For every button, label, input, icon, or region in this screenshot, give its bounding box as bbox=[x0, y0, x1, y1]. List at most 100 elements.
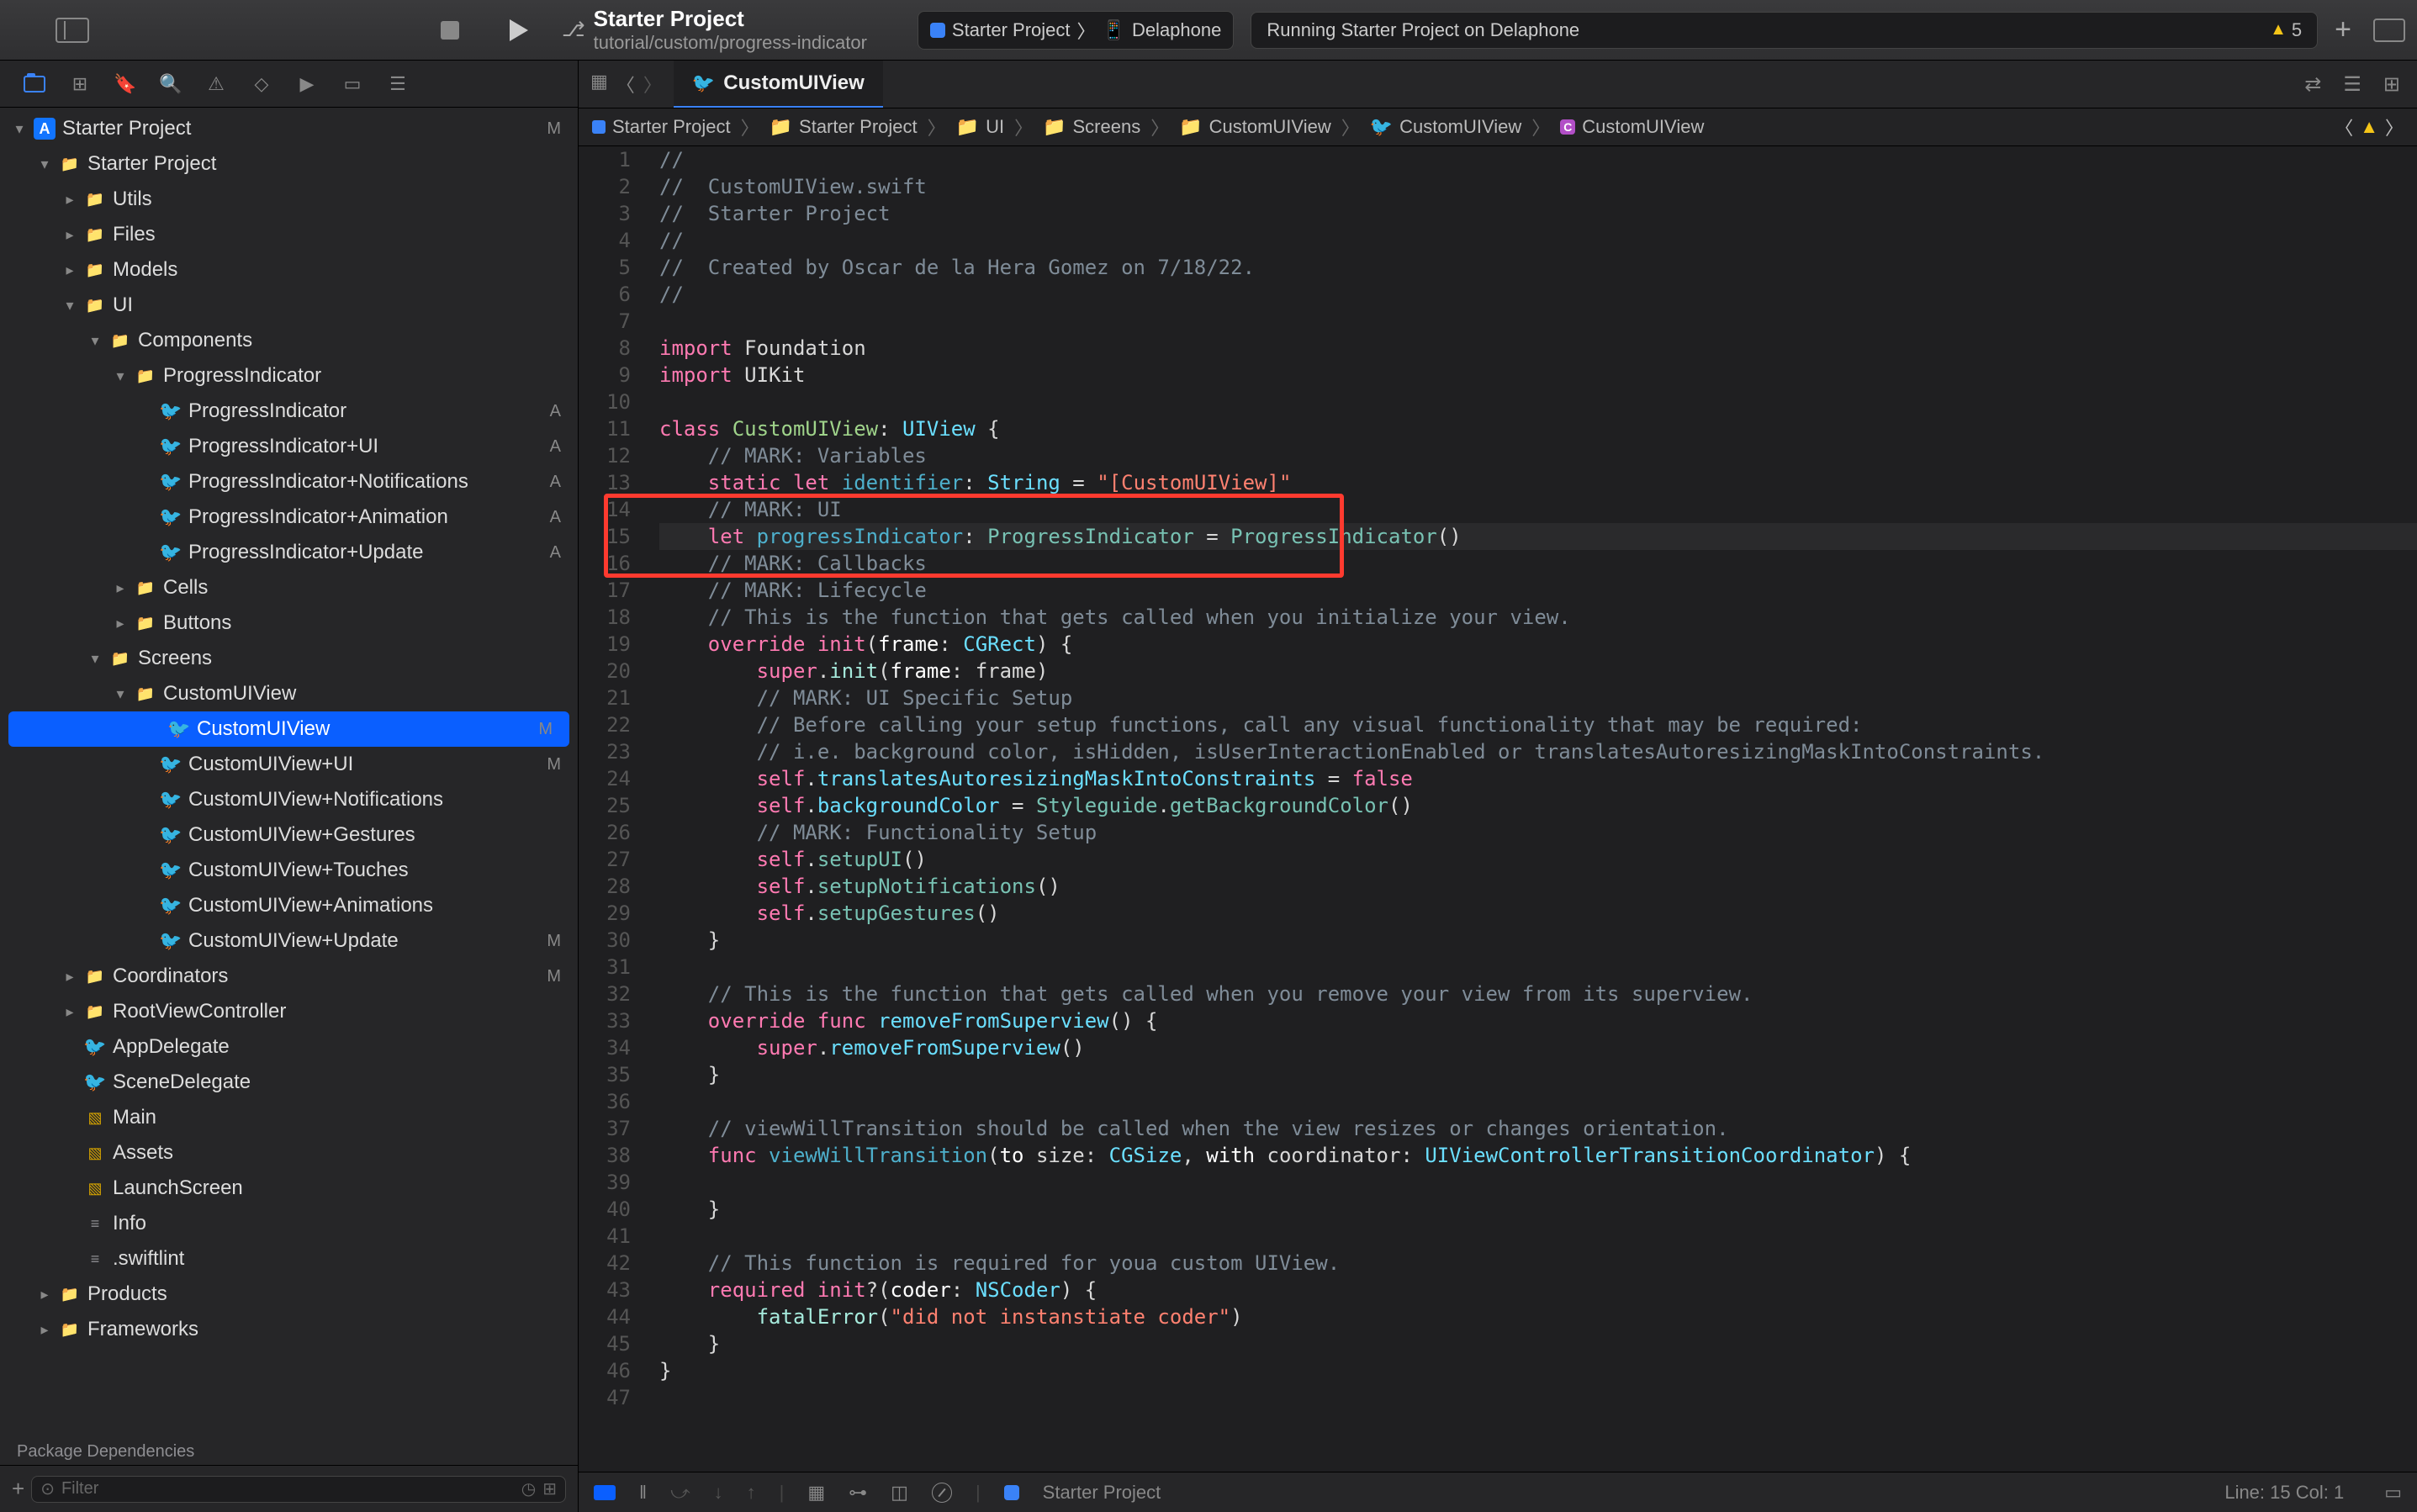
disclosure-triangle-icon[interactable] bbox=[12, 120, 27, 138]
code-line[interactable]: // MARK: Functionality Setup bbox=[659, 819, 2417, 846]
line-number[interactable]: 47 bbox=[579, 1384, 631, 1411]
bookmark-navigator-tab[interactable]: 🔖 bbox=[114, 73, 136, 95]
tree-row[interactable]: 📁RootViewController bbox=[0, 994, 578, 1029]
filter-field[interactable]: ⊙ Filter ◷ ⊞ bbox=[31, 1476, 566, 1503]
adjust-editor-icon[interactable]: ☰ bbox=[2343, 72, 2361, 97]
line-number[interactable]: 34 bbox=[579, 1034, 631, 1061]
code-line[interactable] bbox=[659, 954, 2417, 981]
line-number[interactable]: 21 bbox=[579, 685, 631, 711]
tree-row[interactable]: 📁Files bbox=[0, 217, 578, 252]
tree-row[interactable]: ≡.swiftlint bbox=[0, 1241, 578, 1277]
env-override-icon[interactable]: ◫ bbox=[891, 1482, 908, 1504]
code-line[interactable]: // bbox=[659, 227, 2417, 254]
code-line[interactable]: } bbox=[659, 1196, 2417, 1223]
tree-row[interactable]: 🐦ProgressIndicator+NotificationsA bbox=[0, 464, 578, 500]
code-content[interactable]: // // CustomUIView.swift// Starter Projec… bbox=[654, 146, 2417, 1472]
code-line[interactable]: // CustomUIView.swift bbox=[659, 173, 2417, 200]
tree-row[interactable]: 📁Models bbox=[0, 252, 578, 288]
line-number[interactable]: 6 bbox=[579, 281, 631, 308]
jumpbar-segment[interactable]: CCustomUIView bbox=[1560, 116, 1704, 138]
breakpoint-navigator-tab[interactable]: ▭ bbox=[341, 73, 363, 95]
disclosure-triangle-icon[interactable] bbox=[87, 650, 103, 668]
line-number[interactable]: 30 bbox=[579, 927, 631, 954]
line-number[interactable]: 35 bbox=[579, 1061, 631, 1088]
code-line[interactable]: // MARK: UI Specific Setup bbox=[659, 685, 2417, 711]
line-number[interactable]: 41 bbox=[579, 1223, 631, 1250]
tree-row[interactable]: ▧Main bbox=[0, 1100, 578, 1135]
jumpbar-segment[interactable]: 🐦CustomUIView bbox=[1370, 116, 1522, 138]
code-line[interactable]: override init(frame: CGRect) { bbox=[659, 631, 2417, 658]
tree-row[interactable]: 🐦CustomUIView+Gestures bbox=[0, 817, 578, 853]
code-line[interactable]: func viewWillTransition(to size: CGSize,… bbox=[659, 1142, 2417, 1169]
library-button[interactable] bbox=[2373, 19, 2405, 42]
scheme-selector[interactable]: ⎇ Starter Project tutorial/custom/progre… bbox=[562, 6, 867, 55]
project-navigator-tab[interactable] bbox=[24, 73, 45, 95]
code-line[interactable]: } bbox=[659, 927, 2417, 954]
code-line[interactable]: } bbox=[659, 1330, 2417, 1357]
disclosure-triangle-icon[interactable] bbox=[62, 191, 77, 209]
line-number[interactable]: 22 bbox=[579, 711, 631, 738]
report-navigator-tab[interactable]: ☰ bbox=[387, 73, 409, 95]
line-number[interactable]: 24 bbox=[579, 765, 631, 792]
tree-row[interactable]: ≡Info bbox=[0, 1206, 578, 1241]
code-line[interactable] bbox=[659, 308, 2417, 335]
line-number[interactable]: 8 bbox=[579, 335, 631, 362]
jump-bar[interactable]: Starter Project〉📁Starter Project〉📁UI〉📁Sc… bbox=[579, 108, 2417, 146]
code-line[interactable] bbox=[659, 1384, 2417, 1411]
location-icon[interactable] bbox=[932, 1483, 952, 1503]
disclosure-triangle-icon[interactable] bbox=[62, 297, 77, 315]
activity-viewer[interactable]: Running Starter Project on Delaphone ▲ 5 bbox=[1251, 12, 2318, 49]
disclosure-triangle-icon[interactable] bbox=[37, 156, 52, 173]
add-editor-icon[interactable]: ⊞ bbox=[2383, 72, 2400, 97]
toggle-navigator-icon[interactable] bbox=[56, 18, 89, 43]
line-number[interactable]: 23 bbox=[579, 738, 631, 765]
go-forward-icon[interactable]: 〉 bbox=[643, 71, 662, 98]
tree-row[interactable]: 🐦CustomUIView+Animations bbox=[0, 888, 578, 923]
line-number[interactable]: 38 bbox=[579, 1142, 631, 1169]
tree-row[interactable]: 📁Components bbox=[0, 323, 578, 358]
tree-row[interactable]: 🐦AppDelegate bbox=[0, 1029, 578, 1065]
disclosure-triangle-icon[interactable] bbox=[113, 367, 128, 385]
disclosure-triangle-icon[interactable] bbox=[62, 262, 77, 279]
line-number[interactable]: 14 bbox=[579, 496, 631, 523]
file-tree[interactable]: AStarter ProjectM📁Starter Project📁Utils📁… bbox=[0, 108, 578, 1432]
tree-row[interactable]: ▧LaunchScreen bbox=[0, 1171, 578, 1206]
add-button[interactable]: + bbox=[2335, 13, 2351, 46]
line-number[interactable]: 7 bbox=[579, 308, 631, 335]
disclosure-triangle-icon[interactable] bbox=[62, 226, 77, 244]
jump-prev-icon[interactable]: 〈 bbox=[2335, 114, 2353, 140]
tree-row[interactable]: 📁Products bbox=[0, 1277, 578, 1312]
toggle-debug-area-icon[interactable]: ▭ bbox=[2384, 1482, 2402, 1504]
tree-row[interactable]: 📁ProgressIndicator bbox=[0, 358, 578, 394]
code-line[interactable]: self.setupNotifications() bbox=[659, 873, 2417, 900]
code-line[interactable]: class CustomUIView: UIView { bbox=[659, 415, 2417, 442]
tree-row[interactable]: 📁Buttons bbox=[0, 605, 578, 641]
line-number[interactable]: 19 bbox=[579, 631, 631, 658]
code-line[interactable]: super.init(frame: frame) bbox=[659, 658, 2417, 685]
line-number[interactable]: 13 bbox=[579, 469, 631, 496]
line-number[interactable]: 12 bbox=[579, 442, 631, 469]
code-line[interactable]: required init?(coder: NSCoder) { bbox=[659, 1277, 2417, 1303]
go-back-icon[interactable]: 〈 bbox=[616, 71, 635, 98]
tree-row[interactable]: 🐦CustomUIViewM bbox=[8, 711, 569, 747]
run-button[interactable] bbox=[510, 19, 528, 41]
line-number[interactable]: 9 bbox=[579, 362, 631, 389]
code-line[interactable]: import Foundation bbox=[659, 335, 2417, 362]
recent-filter-icon[interactable]: ◷ bbox=[521, 1478, 536, 1499]
code-line[interactable]: // Starter Project bbox=[659, 200, 2417, 227]
pause-icon[interactable]: ‖ bbox=[639, 1482, 647, 1504]
line-number[interactable]: 36 bbox=[579, 1088, 631, 1115]
code-line[interactable]: super.removeFromSuperview() bbox=[659, 1034, 2417, 1061]
line-number[interactable]: 29 bbox=[579, 900, 631, 927]
debug-process-name[interactable]: Starter Project bbox=[1043, 1482, 1161, 1504]
test-navigator-tab[interactable]: ◇ bbox=[251, 73, 272, 95]
line-number[interactable]: 43 bbox=[579, 1277, 631, 1303]
tree-row[interactable]: 🐦CustomUIView+Notifications bbox=[0, 782, 578, 817]
find-navigator-tab[interactable]: 🔍 bbox=[160, 73, 182, 95]
code-line[interactable] bbox=[659, 389, 2417, 415]
step-over-icon[interactable]: ⤻ bbox=[670, 1482, 690, 1504]
line-number[interactable]: 44 bbox=[579, 1303, 631, 1330]
line-number[interactable]: 20 bbox=[579, 658, 631, 685]
debug-view-icon[interactable]: ▦ bbox=[807, 1482, 825, 1504]
code-line[interactable]: static let identifier: String = "[Custom… bbox=[659, 469, 2417, 496]
